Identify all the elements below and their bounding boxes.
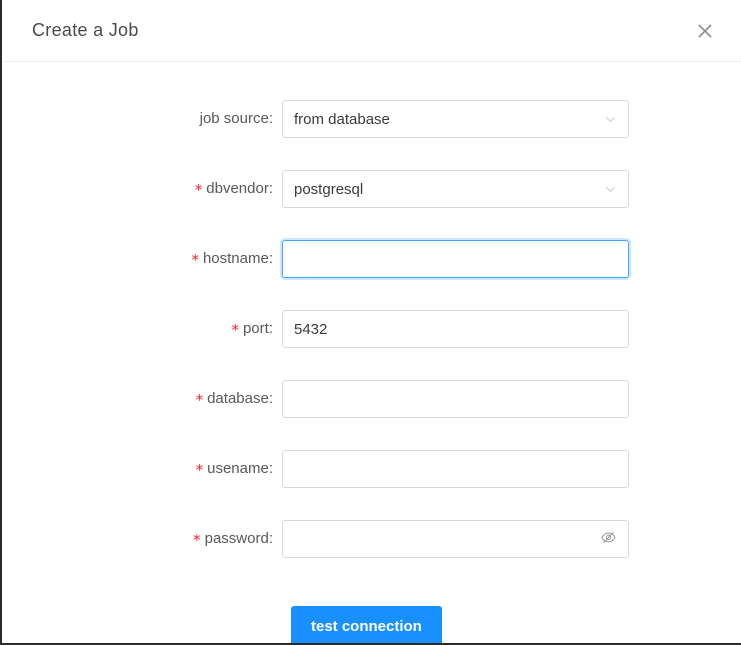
label-job-source-colon: :: [268, 110, 273, 127]
label-port: * port:: [2, 310, 282, 348]
control-database: [282, 380, 629, 418]
label-dbvendor-text: dbvendor: [206, 180, 269, 197]
field-port[interactable]: [282, 310, 629, 348]
label-dbvendor-colon: :: [268, 180, 273, 197]
control-port: [282, 310, 629, 348]
usename-input[interactable]: [294, 451, 617, 487]
dialog-footer: test connection CSDN @马哈鱼SQLFlow: [2, 606, 741, 643]
control-usename: [282, 450, 629, 488]
control-dbvendor: postgresql: [282, 170, 629, 208]
eye-invisible-icon: [600, 529, 617, 549]
chevron-down-icon: [604, 113, 617, 126]
required-marker-database: *: [195, 391, 204, 409]
label-port-text: port: [242, 320, 269, 337]
required-marker-hostname: *: [191, 251, 199, 269]
select-job-source-value: from database: [294, 110, 390, 128]
label-hostname-colon: :: [268, 250, 273, 267]
label-database-colon: :: [268, 390, 273, 407]
control-hostname: [282, 240, 629, 278]
label-job-source: job source:: [2, 100, 282, 138]
label-usename: * usename:: [2, 450, 282, 488]
label-hostname-text: hostname: [202, 250, 269, 267]
field-password[interactable]: [282, 520, 629, 558]
label-password-colon: :: [268, 530, 273, 547]
create-job-dialog: Create a Job job source: from database *…: [0, 0, 741, 645]
password-visibility-toggle[interactable]: [600, 529, 617, 549]
control-job-source: from database: [282, 100, 629, 138]
form-row-dbvendor: * dbvendor: postgresql: [2, 170, 741, 240]
form-row-password: * password:: [2, 520, 741, 590]
label-password-text: password: [204, 530, 269, 547]
label-hostname: * hostname:: [2, 240, 282, 278]
label-dbvendor: * dbvendor:: [2, 170, 282, 208]
form-row-job-source: job source: from database: [2, 100, 741, 170]
label-database-text: database: [207, 390, 269, 407]
create-job-form: job source: from database * dbvendor: po…: [2, 62, 741, 590]
close-button[interactable]: [689, 15, 721, 47]
label-database: * database:: [2, 380, 282, 418]
select-dbvendor-value: postgresql: [294, 180, 364, 198]
required-marker-dbvendor: *: [194, 181, 203, 199]
password-input[interactable]: [294, 521, 594, 557]
chevron-down-icon: [604, 183, 617, 196]
select-dbvendor[interactable]: postgresql: [282, 170, 629, 208]
close-icon: [696, 22, 714, 40]
form-row-port: * port:: [2, 310, 741, 380]
port-input[interactable]: [294, 311, 617, 347]
select-job-source[interactable]: from database: [282, 100, 629, 138]
dialog-header: Create a Job: [2, 0, 741, 62]
dialog-title: Create a Job: [32, 20, 139, 40]
label-usename-text: usename: [207, 460, 269, 477]
label-password: * password:: [2, 520, 282, 558]
form-row-database: * database:: [2, 380, 741, 450]
form-row-usename: * usename:: [2, 450, 741, 520]
field-hostname[interactable]: [282, 240, 629, 278]
test-connection-button[interactable]: test connection: [291, 606, 442, 643]
required-marker-password: *: [193, 531, 201, 549]
label-usename-colon: :: [268, 460, 273, 477]
required-marker-port: *: [231, 321, 239, 339]
hostname-input[interactable]: [294, 241, 617, 277]
required-marker-usename: *: [195, 461, 204, 479]
label-job-source-text: job source: [199, 110, 269, 127]
form-row-hostname: * hostname:: [2, 240, 741, 310]
field-usename[interactable]: [282, 450, 629, 488]
control-password: [282, 520, 629, 558]
database-input[interactable]: [294, 381, 617, 417]
field-database[interactable]: [282, 380, 629, 418]
label-port-colon: :: [268, 320, 273, 337]
